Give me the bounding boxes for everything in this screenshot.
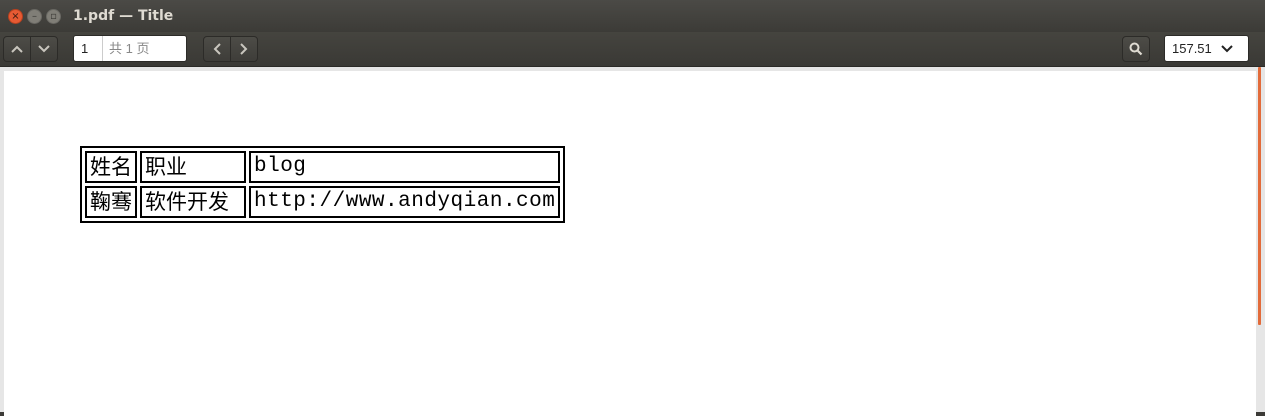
- table-row: 姓名 职业 blog: [85, 151, 561, 183]
- search-icon: [1129, 42, 1143, 56]
- chevron-up-icon: [11, 45, 23, 53]
- next-page-button[interactable]: [30, 37, 57, 61]
- table-cell: 职业: [140, 151, 246, 183]
- chevron-right-icon: [240, 43, 248, 55]
- table-cell: http://www.andyqian.com: [249, 186, 561, 218]
- document-viewport: 姓名 职业 blog 鞠骞 软件开发 http://www.andyqian.c…: [0, 67, 1265, 416]
- back-button[interactable]: [204, 37, 230, 61]
- page-total-label: 共 1 页: [102, 36, 149, 61]
- window-title: 1.pdf — Title: [73, 8, 174, 24]
- title-bar: × – ▫ 1.pdf — Title: [0, 0, 1265, 32]
- previous-page-button[interactable]: [4, 37, 30, 61]
- history-nav-group: [203, 36, 258, 62]
- chevron-left-icon: [213, 43, 221, 55]
- maximize-icon[interactable]: ▫: [46, 9, 61, 24]
- chevron-down-icon: [1221, 44, 1233, 52]
- close-icon[interactable]: ×: [8, 9, 23, 24]
- forward-button[interactable]: [230, 37, 257, 61]
- table-cell: blog: [249, 151, 561, 183]
- chevron-down-icon: [38, 45, 50, 53]
- table-cell: 软件开发: [140, 186, 246, 218]
- zoom-value: 157.51: [1172, 41, 1212, 56]
- page-selector: 共 1 页: [73, 35, 187, 62]
- search-button[interactable]: [1122, 36, 1150, 62]
- table-cell: 姓名: [85, 151, 137, 183]
- scrollbar-thumb[interactable]: [1258, 67, 1261, 325]
- page-nav-group: [3, 36, 58, 62]
- table-cell: 鞠骞: [85, 186, 137, 218]
- minimize-icon[interactable]: –: [27, 9, 42, 24]
- table-row: 鞠骞 软件开发 http://www.andyqian.com: [85, 186, 561, 218]
- toolbar: 共 1 页 157.51: [0, 32, 1265, 67]
- document-table: 姓名 职业 blog 鞠骞 软件开发 http://www.andyqian.c…: [80, 146, 566, 223]
- page-number-input[interactable]: [74, 36, 102, 61]
- pdf-page: 姓名 职业 blog 鞠骞 软件开发 http://www.andyqian.c…: [4, 71, 1256, 416]
- zoom-select[interactable]: 157.51: [1164, 35, 1249, 62]
